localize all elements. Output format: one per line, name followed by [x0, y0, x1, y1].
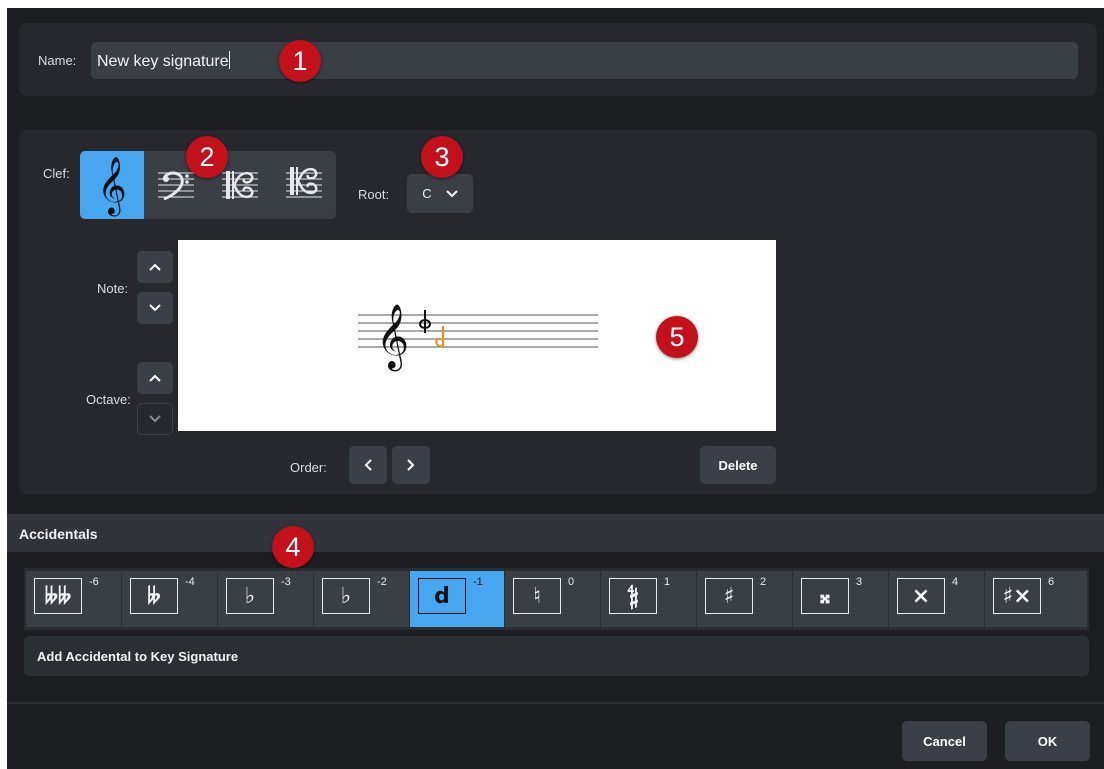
- accidental-value: 2: [760, 576, 767, 588]
- accidentals-header: Accidentals: [7, 514, 1104, 552]
- accidental-cell[interactable]: ♮ 0: [505, 571, 600, 627]
- accidental-value: -1: [473, 576, 483, 588]
- accidental-value: 1: [664, 576, 671, 588]
- octave-down-button[interactable]: [137, 403, 173, 435]
- order-label: Order:: [290, 460, 327, 475]
- accidental-cell-selected[interactable]: d -1: [410, 571, 504, 627]
- name-panel: Name: New key signature: [19, 23, 1097, 96]
- quarter-sharp-icon: 𝄲: [627, 583, 639, 609]
- chevron-up-icon: [149, 374, 161, 382]
- triple-flat-icon: 𝄫𝄫: [44, 583, 72, 609]
- accidental-preview-icon: [419, 310, 431, 333]
- text-cursor: [228, 51, 230, 69]
- callout-2: 2: [186, 136, 228, 178]
- three-quarter-flat-icon: ♭: [244, 583, 256, 609]
- delete-button[interactable]: Delete: [700, 446, 776, 484]
- octave-up-button[interactable]: [137, 362, 173, 394]
- accidental-value: 4: [952, 576, 959, 588]
- chevron-left-icon: [364, 459, 372, 471]
- triple-sharp-icon: ♯×: [1002, 583, 1032, 609]
- chevron-up-icon: [149, 263, 161, 271]
- clef-tenor-button[interactable]: [272, 151, 336, 219]
- sharp-icon: ♯: [723, 583, 735, 609]
- accidental-cell[interactable]: ♯× 6: [985, 571, 1087, 627]
- quarter-flat-icon: d: [434, 583, 450, 609]
- chevron-down-icon: [445, 189, 458, 197]
- accidentals-palette: 𝄫𝄫 -6 𝄫 -4 ♭ -3 ♭ -2 d -1 ♮ 0 𝄲 1 ♯ 2 𝄪 3 × 4 ♯× 6: [24, 568, 1089, 630]
- key-signature-dialog: Name: New key signature 1 Clef: 𝄞 Root: …: [7, 8, 1104, 769]
- accidental-value: 0: [568, 576, 575, 588]
- editor-panel: Clef: 𝄞 Root: C Note: Octave: 𝄞 Order: D…: [19, 130, 1097, 494]
- accidental-cell[interactable]: ♭ -2: [314, 571, 409, 627]
- accidental-cell[interactable]: ♯ 2: [697, 571, 792, 627]
- root-value: C: [422, 186, 432, 201]
- name-input-value: New key signature: [97, 53, 229, 70]
- tenor-clef-icon: [286, 167, 322, 198]
- cancel-button[interactable]: Cancel: [902, 721, 987, 761]
- add-accidental-label: Add Accidental to Key Signature: [37, 649, 239, 664]
- note-down-button[interactable]: [137, 292, 173, 324]
- chevron-down-icon: [149, 304, 161, 312]
- accidental-value: 3: [856, 576, 863, 588]
- clef-treble-button[interactable]: 𝄞: [80, 151, 144, 219]
- double-sharp-icon: ×: [911, 583, 931, 609]
- accidental-value: -6: [89, 576, 99, 588]
- callout-3: 3: [421, 136, 463, 178]
- add-accidental-button[interactable]: Add Accidental to Key Signature: [24, 636, 1089, 676]
- accidental-cell[interactable]: × 4: [889, 571, 984, 627]
- double-flat-icon: 𝄫: [147, 583, 161, 609]
- accidentals-title: Accidentals: [19, 526, 98, 542]
- accidental-value: 6: [1048, 576, 1055, 588]
- note-up-button[interactable]: [137, 251, 173, 283]
- chevron-down-icon: [149, 415, 161, 423]
- treble-clef-preview-icon: 𝄞: [376, 304, 409, 371]
- treble-clef-icon: 𝄞: [97, 155, 127, 214]
- order-next-button[interactable]: [392, 446, 430, 484]
- callout-1: 1: [279, 40, 321, 82]
- accidental-cell[interactable]: 𝄫𝄫 -6: [26, 571, 121, 627]
- octave-label: Octave:: [86, 392, 131, 407]
- accidental-value: -2: [377, 576, 387, 588]
- note-label: Note:: [97, 281, 129, 296]
- callout-5: 5: [656, 316, 698, 358]
- name-input[interactable]: New key signature: [91, 42, 1078, 79]
- name-label: Name:: [38, 53, 77, 68]
- footer-divider: [7, 702, 1104, 704]
- root-label: Root:: [358, 187, 390, 202]
- bass-clef-icon: [158, 171, 194, 201]
- three-quarter-sharp-icon: 𝄪: [820, 583, 830, 609]
- flat-icon: ♭: [340, 583, 352, 609]
- root-dropdown[interactable]: C: [407, 174, 473, 213]
- accidental-value: -3: [281, 576, 291, 588]
- order-previous-button[interactable]: [349, 446, 387, 484]
- accidental-cell[interactable]: 𝄫 -4: [122, 571, 217, 627]
- accidental-value: -4: [185, 576, 195, 588]
- accidentals-row: 𝄫𝄫 -6 𝄫 -4 ♭ -3 ♭ -2 d -1 ♮ 0 𝄲 1 ♯ 2 𝄪 3 × 4 ♯× 6: [26, 571, 1087, 627]
- callout-4: 4: [272, 526, 314, 568]
- clef-label: Clef:: [43, 166, 70, 181]
- accidental-cell[interactable]: 𝄪 3: [793, 571, 888, 627]
- natural-icon: ♮: [533, 583, 541, 609]
- pending-accidental-icon: [435, 326, 444, 348]
- accidental-cell[interactable]: 𝄲 1: [601, 571, 696, 627]
- ok-button[interactable]: OK: [1005, 721, 1090, 761]
- chevron-right-icon: [407, 459, 415, 471]
- accidental-cell[interactable]: ♭ -3: [218, 571, 313, 627]
- alto-clef-icon: [222, 171, 258, 199]
